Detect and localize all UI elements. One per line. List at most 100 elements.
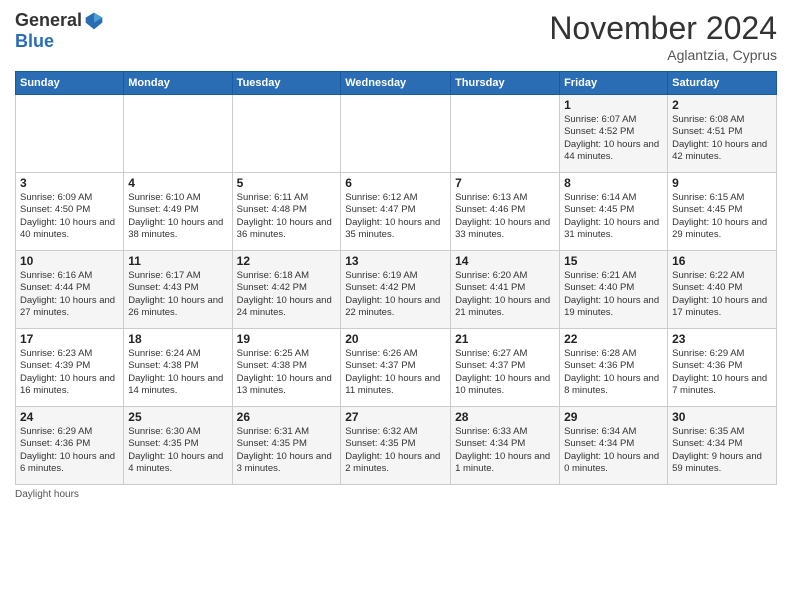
- day-number: 16: [672, 254, 772, 268]
- calendar-week-row: 24 Sunrise: 6:29 AM Sunset: 4:36 PM Dayli…: [16, 407, 777, 485]
- day-number: 7: [455, 176, 555, 190]
- day-info: Sunrise: 6:12 AM Sunset: 4:47 PM Dayligh…: [345, 192, 446, 241]
- day-number: 4: [128, 176, 227, 190]
- day-info: Sunrise: 6:35 AM Sunset: 4:34 PM Dayligh…: [672, 426, 772, 475]
- weekday-header: Tuesday: [232, 72, 341, 95]
- calendar-cell: 14 Sunrise: 6:20 AM Sunset: 4:41 PM Dayli…: [451, 251, 560, 329]
- day-info: Sunrise: 6:16 AM Sunset: 4:44 PM Dayligh…: [20, 270, 119, 319]
- day-info: Sunrise: 6:21 AM Sunset: 4:40 PM Dayligh…: [564, 270, 663, 319]
- day-number: 28: [455, 410, 555, 424]
- day-number: 27: [345, 410, 446, 424]
- day-info: Sunrise: 6:31 AM Sunset: 4:35 PM Dayligh…: [237, 426, 337, 475]
- calendar-cell: 4 Sunrise: 6:10 AM Sunset: 4:49 PM Daylig…: [124, 173, 232, 251]
- calendar-cell: 24 Sunrise: 6:29 AM Sunset: 4:36 PM Dayli…: [16, 407, 124, 485]
- day-info: Sunrise: 6:30 AM Sunset: 4:35 PM Dayligh…: [128, 426, 227, 475]
- day-info: Sunrise: 6:15 AM Sunset: 4:45 PM Dayligh…: [672, 192, 772, 241]
- calendar-cell: [341, 95, 451, 173]
- weekday-header: Sunday: [16, 72, 124, 95]
- calendar-week-row: 3 Sunrise: 6:09 AM Sunset: 4:50 PM Daylig…: [16, 173, 777, 251]
- day-info: Sunrise: 6:19 AM Sunset: 4:42 PM Dayligh…: [345, 270, 446, 319]
- weekday-header: Wednesday: [341, 72, 451, 95]
- calendar-cell: 27 Sunrise: 6:32 AM Sunset: 4:35 PM Dayli…: [341, 407, 451, 485]
- logo-general: General: [15, 10, 82, 31]
- calendar-week-row: 17Sunrise: 6:23 AM Sunset: 4:39 PM Dayli…: [16, 329, 777, 407]
- day-info: Sunrise: 6:17 AM Sunset: 4:43 PM Dayligh…: [128, 270, 227, 319]
- calendar-cell: [124, 95, 232, 173]
- calendar-cell: 30 Sunrise: 6:35 AM Sunset: 4:34 PM Dayli…: [668, 407, 777, 485]
- day-info: Sunrise: 6:34 AM Sunset: 4:34 PM Dayligh…: [564, 426, 663, 475]
- day-info: Sunrise: 6:29 AM Sunset: 4:36 PM Dayligh…: [20, 426, 119, 475]
- day-number: 6: [345, 176, 446, 190]
- weekday-header: Friday: [560, 72, 668, 95]
- calendar-cell: 11Sunrise: 6:17 AM Sunset: 4:43 PM Dayli…: [124, 251, 232, 329]
- calendar-table: SundayMondayTuesdayWednesdayThursdayFrid…: [15, 71, 777, 485]
- location-subtitle: Aglantzia, Cyprus: [549, 47, 777, 63]
- calendar-cell: 7 Sunrise: 6:13 AM Sunset: 4:46 PM Daylig…: [451, 173, 560, 251]
- calendar-cell: [232, 95, 341, 173]
- day-number: 8: [564, 176, 663, 190]
- calendar-cell: 12Sunrise: 6:18 AM Sunset: 4:42 PM Dayli…: [232, 251, 341, 329]
- calendar-cell: 10Sunrise: 6:16 AM Sunset: 4:44 PM Dayli…: [16, 251, 124, 329]
- day-info: Sunrise: 6:23 AM Sunset: 4:39 PM Dayligh…: [20, 348, 119, 397]
- day-info: Sunrise: 6:32 AM Sunset: 4:35 PM Dayligh…: [345, 426, 446, 475]
- calendar-body: 1 Sunrise: 6:07 AM Sunset: 4:52 PM Daylig…: [16, 95, 777, 485]
- calendar-header: SundayMondayTuesdayWednesdayThursdayFrid…: [16, 72, 777, 95]
- day-number: 13: [345, 254, 446, 268]
- calendar-cell: 21 Sunrise: 6:27 AM Sunset: 4:37 PM Dayli…: [451, 329, 560, 407]
- day-number: 20: [345, 332, 446, 346]
- day-info: Sunrise: 6:09 AM Sunset: 4:50 PM Dayligh…: [20, 192, 119, 241]
- day-number: 26: [237, 410, 337, 424]
- calendar-cell: 3 Sunrise: 6:09 AM Sunset: 4:50 PM Daylig…: [16, 173, 124, 251]
- day-number: 19: [237, 332, 337, 346]
- day-info: Sunrise: 6:18 AM Sunset: 4:42 PM Dayligh…: [237, 270, 337, 319]
- day-info: Sunrise: 6:20 AM Sunset: 4:41 PM Dayligh…: [455, 270, 555, 319]
- footer: Daylight hours: [15, 489, 777, 500]
- day-number: 2: [672, 98, 772, 112]
- calendar-cell: 13 Sunrise: 6:19 AM Sunset: 4:42 PM Dayli…: [341, 251, 451, 329]
- calendar-cell: 29 Sunrise: 6:34 AM Sunset: 4:34 PM Dayli…: [560, 407, 668, 485]
- day-info: Sunrise: 6:28 AM Sunset: 4:36 PM Dayligh…: [564, 348, 663, 397]
- weekday-header: Monday: [124, 72, 232, 95]
- calendar-week-row: 1 Sunrise: 6:07 AM Sunset: 4:52 PM Daylig…: [16, 95, 777, 173]
- calendar-cell: 2Sunrise: 6:08 AM Sunset: 4:51 PM Daylig…: [668, 95, 777, 173]
- calendar-cell: 18 Sunrise: 6:24 AM Sunset: 4:38 PM Dayli…: [124, 329, 232, 407]
- day-info: Sunrise: 6:33 AM Sunset: 4:34 PM Dayligh…: [455, 426, 555, 475]
- day-number: 21: [455, 332, 555, 346]
- calendar-cell: 26 Sunrise: 6:31 AM Sunset: 4:35 PM Dayli…: [232, 407, 341, 485]
- calendar-cell: 9 Sunrise: 6:15 AM Sunset: 4:45 PM Daylig…: [668, 173, 777, 251]
- day-info: Sunrise: 6:11 AM Sunset: 4:48 PM Dayligh…: [237, 192, 337, 241]
- day-info: Sunrise: 6:07 AM Sunset: 4:52 PM Dayligh…: [564, 114, 663, 163]
- day-info: Sunrise: 6:24 AM Sunset: 4:38 PM Dayligh…: [128, 348, 227, 397]
- day-info: Sunrise: 6:27 AM Sunset: 4:37 PM Dayligh…: [455, 348, 555, 397]
- day-info: Sunrise: 6:10 AM Sunset: 4:49 PM Dayligh…: [128, 192, 227, 241]
- header: General Blue November 2024 Aglantzia, Cy…: [15, 10, 777, 63]
- day-number: 29: [564, 410, 663, 424]
- day-number: 5: [237, 176, 337, 190]
- day-number: 14: [455, 254, 555, 268]
- daylight-label: Daylight hours: [15, 489, 79, 500]
- day-info: Sunrise: 6:13 AM Sunset: 4:46 PM Dayligh…: [455, 192, 555, 241]
- day-info: Sunrise: 6:29 AM Sunset: 4:36 PM Dayligh…: [672, 348, 772, 397]
- weekday-row: SundayMondayTuesdayWednesdayThursdayFrid…: [16, 72, 777, 95]
- day-number: 30: [672, 410, 772, 424]
- day-number: 15: [564, 254, 663, 268]
- calendar-cell: 28 Sunrise: 6:33 AM Sunset: 4:34 PM Dayli…: [451, 407, 560, 485]
- day-number: 1: [564, 98, 663, 112]
- calendar-cell: 15 Sunrise: 6:21 AM Sunset: 4:40 PM Dayli…: [560, 251, 668, 329]
- calendar-cell: 5 Sunrise: 6:11 AM Sunset: 4:48 PM Daylig…: [232, 173, 341, 251]
- day-info: Sunrise: 6:26 AM Sunset: 4:37 PM Dayligh…: [345, 348, 446, 397]
- day-number: 24: [20, 410, 119, 424]
- calendar-cell: [16, 95, 124, 173]
- calendar-cell: 20 Sunrise: 6:26 AM Sunset: 4:37 PM Dayli…: [341, 329, 451, 407]
- day-number: 23: [672, 332, 772, 346]
- day-number: 18: [128, 332, 227, 346]
- logo-blue: Blue: [15, 31, 54, 52]
- day-number: 3: [20, 176, 119, 190]
- day-info: Sunrise: 6:25 AM Sunset: 4:38 PM Dayligh…: [237, 348, 337, 397]
- title-area: November 2024 Aglantzia, Cyprus: [549, 10, 777, 63]
- calendar-cell: 16Sunrise: 6:22 AM Sunset: 4:40 PM Dayli…: [668, 251, 777, 329]
- logo-icon: [84, 11, 104, 31]
- calendar-cell: [451, 95, 560, 173]
- day-number: 9: [672, 176, 772, 190]
- day-info: Sunrise: 6:14 AM Sunset: 4:45 PM Dayligh…: [564, 192, 663, 241]
